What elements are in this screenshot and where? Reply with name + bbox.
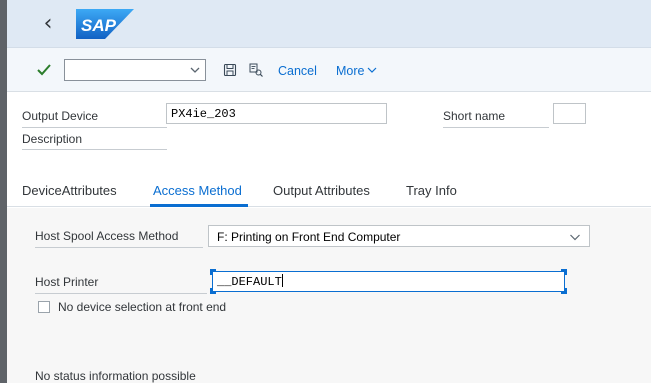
application-toolbar: Cancel More <box>7 48 651 92</box>
chevron-down-icon <box>368 67 377 73</box>
chevron-down-icon[interactable] <box>188 63 202 77</box>
check-icon[interactable] <box>35 61 53 79</box>
short-name-label: Short name <box>443 109 506 123</box>
host-printer-value: __DEFAULT <box>217 275 282 289</box>
save-icon[interactable] <box>222 62 238 78</box>
tab-access-method[interactable]: Access Method <box>153 183 242 198</box>
sap-window: ‹ SAP Cancel More Output Device PX4ie_20… <box>0 0 651 383</box>
focus-corner <box>561 269 567 275</box>
label-underline <box>35 247 203 248</box>
description-label: Description <box>22 132 83 146</box>
sap-logo: SAP <box>76 9 134 39</box>
focus-corner <box>210 269 216 275</box>
label-underline <box>22 149 167 150</box>
short-name-input[interactable] <box>553 103 586 124</box>
back-icon[interactable]: ‹ <box>37 11 59 37</box>
cancel-button[interactable]: Cancel <box>278 64 317 78</box>
tab-strip: DeviceAttributes Access Method Output At… <box>7 171 651 207</box>
host-spool-label: Host Spool Access Method <box>35 229 179 243</box>
host-spool-value: F: Printing on Front End Computer <box>217 230 401 244</box>
tab-device-attributes[interactable]: DeviceAttributes <box>22 183 117 198</box>
host-spool-select[interactable]: F: Printing on Front End Computer <box>208 225 590 247</box>
access-method-panel: Host Spool Access Method F: Printing on … <box>7 208 651 383</box>
focus-corner <box>561 288 567 294</box>
host-printer-input[interactable]: __DEFAULT <box>210 269 567 294</box>
command-input[interactable] <box>65 60 183 80</box>
text-cursor <box>281 274 283 287</box>
tab-tray-info[interactable]: Tray Info <box>406 183 457 198</box>
output-device-input[interactable] <box>166 103 387 124</box>
label-underline <box>22 127 167 128</box>
focus-corner <box>210 288 216 294</box>
output-device-label: Output Device <box>22 109 99 123</box>
label-underline <box>443 127 549 128</box>
no-device-selection-label: No device selection at front end <box>58 300 227 314</box>
tab-output-attributes[interactable]: Output Attributes <box>273 183 370 198</box>
status-text: No status information possible <box>35 369 196 383</box>
active-tab-indicator <box>150 204 248 207</box>
label-underline <box>35 293 207 294</box>
no-device-selection-checkbox[interactable] <box>38 301 50 313</box>
chevron-down-icon[interactable] <box>569 232 581 242</box>
more-label: More <box>336 64 365 78</box>
command-field[interactable] <box>64 59 206 81</box>
svg-text:SAP: SAP <box>81 16 117 35</box>
more-button[interactable]: More <box>336 64 377 78</box>
find-icon[interactable] <box>248 62 264 78</box>
host-printer-label: Host Printer <box>35 275 99 289</box>
device-header-form: Output Device Short name Description <box>7 93 651 171</box>
shell-bar: ‹ SAP <box>7 0 651 48</box>
